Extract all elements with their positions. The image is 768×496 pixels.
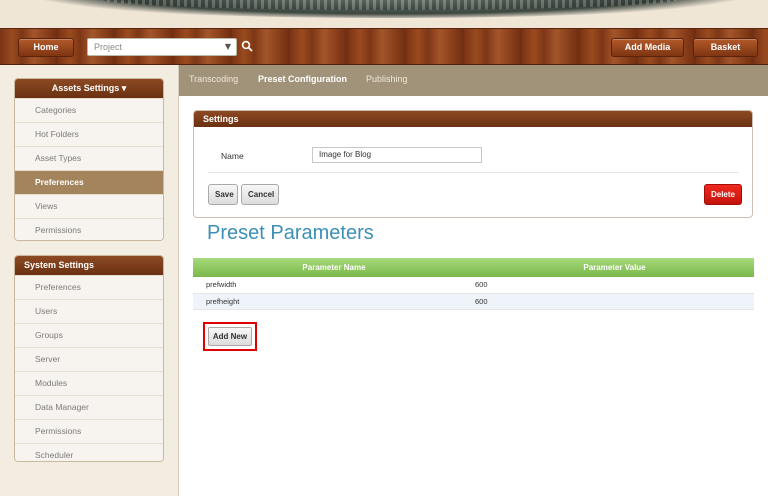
assets-settings-header[interactable]: Assets Settings ▾ (15, 79, 163, 98)
preset-parameters-title: Preset Parameters (207, 222, 374, 244)
add-new-highlight: Add New (203, 322, 257, 351)
sidebar-item-modules[interactable]: Modules (15, 371, 163, 395)
sidebar-item-hot-folders[interactable]: Hot Folders (15, 122, 163, 146)
project-select[interactable]: Project ▼ (87, 38, 237, 56)
name-label: Name (221, 151, 244, 161)
sidebar-item-system-permissions[interactable]: Permissions (15, 419, 163, 443)
parameter-value-cell: 600 (475, 277, 754, 294)
name-input[interactable]: Image for Blog (312, 147, 482, 163)
add-new-button[interactable]: Add New (208, 327, 252, 346)
main-content: Transcoding Preset Configuration Publish… (178, 65, 768, 496)
sidebar-item-groups[interactable]: Groups (15, 323, 163, 347)
assets-settings-panel: Assets Settings ▾ Categories Hot Folders… (14, 78, 164, 241)
parameters-table: Parameter Name Parameter Value prefwidth… (193, 258, 754, 310)
parameter-value-cell: 600 (475, 293, 754, 310)
sidebar-item-categories[interactable]: Categories (15, 98, 163, 122)
sidebar-item-system-preferences[interactable]: Preferences (15, 275, 163, 299)
search-icon[interactable] (241, 40, 253, 52)
sidebar-item-permissions[interactable]: Permissions (15, 218, 163, 240)
add-media-button[interactable]: Add Media (611, 38, 684, 57)
sidebar-item-preferences[interactable]: Preferences (15, 170, 163, 194)
project-select-placeholder: Project (94, 42, 123, 52)
chevron-down-icon: ▼ (224, 42, 231, 51)
settings-panel: Settings Name Image for Blog Save Cancel… (193, 110, 753, 218)
column-header-parameter-name[interactable]: Parameter Name (193, 258, 475, 277)
table-row[interactable]: prefheight 600 (193, 293, 754, 310)
basket-button[interactable]: Basket (693, 38, 758, 57)
banner-image (40, 0, 740, 18)
sidebar-item-server[interactable]: Server (15, 347, 163, 371)
save-button[interactable]: Save (208, 184, 238, 205)
header-banner (0, 0, 768, 28)
parameter-name-cell: prefwidth (193, 277, 475, 294)
home-button[interactable]: Home (18, 38, 74, 57)
sidebar-item-users[interactable]: Users (15, 299, 163, 323)
sidebar-item-data-manager[interactable]: Data Manager (15, 395, 163, 419)
parameter-name-cell: prefheight (193, 293, 475, 310)
top-navigation-bar: Home Project ▼ Add Media Basket (0, 28, 768, 65)
cancel-button[interactable]: Cancel (241, 184, 279, 205)
tab-transcoding[interactable]: Transcoding (189, 74, 238, 84)
settings-header: Settings (194, 111, 752, 127)
sidebar-item-views[interactable]: Views (15, 194, 163, 218)
sidebar-item-asset-types[interactable]: Asset Types (15, 146, 163, 170)
tab-bar: Transcoding Preset Configuration Publish… (179, 65, 768, 96)
column-header-parameter-value[interactable]: Parameter Value (475, 258, 754, 277)
system-settings-panel: System Settings Preferences Users Groups… (14, 255, 164, 462)
tab-preset-configuration[interactable]: Preset Configuration (258, 74, 347, 84)
sidebar-item-scheduler[interactable]: Scheduler (15, 443, 163, 461)
table-row[interactable]: prefwidth 600 (193, 277, 754, 294)
divider (208, 172, 738, 173)
system-settings-header: System Settings (15, 256, 163, 275)
delete-button[interactable]: Delete (704, 184, 742, 205)
tab-publishing[interactable]: Publishing (366, 74, 408, 84)
